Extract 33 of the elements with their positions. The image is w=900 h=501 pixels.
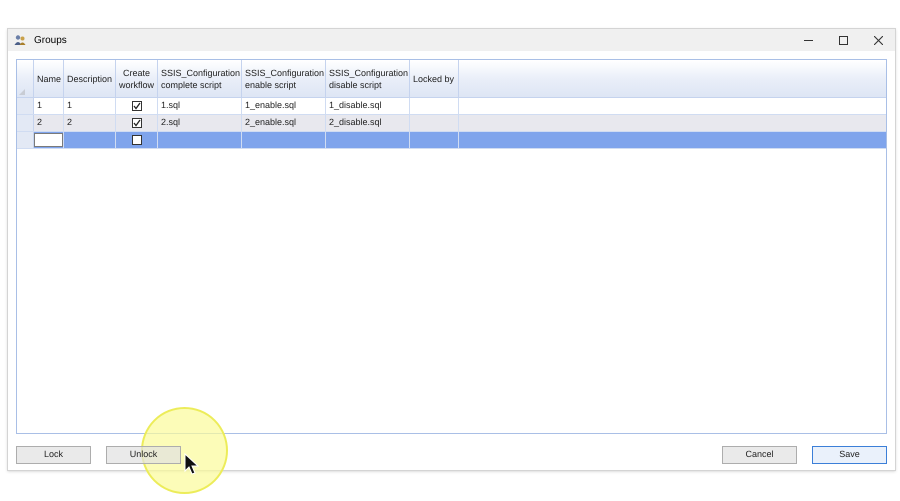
table-cell-text: 1	[67, 99, 72, 112]
column-header[interactable]: Create workflow	[116, 60, 158, 97]
checkbox[interactable]	[132, 101, 142, 111]
dialog-button[interactable]: Save	[812, 446, 887, 464]
table-cell-text: 1_disable.sql	[329, 99, 382, 112]
column-header[interactable]: SSIS_Configuration disable script	[326, 60, 410, 97]
dialog-button[interactable]: Lock	[16, 446, 91, 464]
table-cell-text: 2.sql	[161, 116, 180, 130]
input-field[interactable]	[34, 133, 63, 147]
checkbox[interactable]	[132, 118, 142, 128]
dialog-button[interactable]: Cancel	[722, 446, 797, 464]
window-title: Groups	[34, 34, 67, 48]
column-header[interactable]: Name	[34, 60, 64, 97]
people-icon	[14, 34, 26, 46]
column-header[interactable]: SSIS_Configuration complete script	[158, 60, 242, 97]
checkbox[interactable]	[132, 135, 142, 145]
table-cell-text: 1	[37, 99, 42, 112]
cursor-icon	[184, 453, 199, 475]
table-row[interactable]: 1 1 1.sql 1_enable.sql 1_disable.sql	[17, 98, 886, 115]
corner-icon	[19, 89, 25, 95]
table-row[interactable]: 2 2 2.sql 2_enable.sql 2_disable.sql	[17, 115, 886, 132]
table-cell-text: 2_enable.sql	[245, 116, 296, 130]
table-cell-text: 1_enable.sql	[245, 99, 296, 112]
table-cell-text: 2	[37, 116, 42, 130]
dialog-button[interactable]: Unlock	[106, 446, 181, 464]
column-header[interactable]: Description	[64, 60, 116, 97]
table-cell-text: 1.sql	[161, 99, 180, 112]
column-header[interactable]: SSIS_Configuration enable script	[242, 60, 326, 97]
table-cell-text: 2_disable.sql	[329, 116, 382, 130]
table-cell-text: 2	[67, 116, 72, 130]
maximize-icon[interactable]	[839, 36, 848, 44]
column-header[interactable]: Locked by	[410, 60, 459, 97]
close-icon[interactable]	[874, 36, 883, 44]
